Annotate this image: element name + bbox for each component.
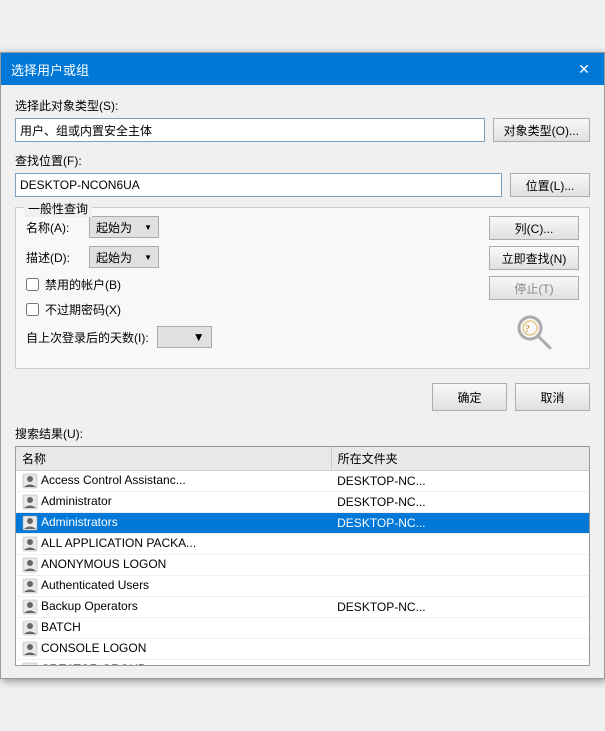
general-right: 列(C)... 立即查找(N) 停止(T) ? <box>489 216 579 358</box>
location-label: 查找位置(F): <box>15 152 590 169</box>
noexpire-password-checkbox[interactable] <box>26 303 39 316</box>
table-row[interactable]: CONSOLE LOGON <box>16 639 589 660</box>
row-name-cell: Backup Operators <box>16 597 331 618</box>
table-row[interactable]: ANONYMOUS LOGON <box>16 555 589 576</box>
header-row: 名称 所在文件夹 <box>16 447 589 471</box>
name-dropdown[interactable]: 起始为 ▼ <box>89 216 159 238</box>
dialog-body: 选择此对象类型(S): 对象类型(O)... 查找位置(F): 位置(L)...… <box>1 85 604 678</box>
location-row: 位置(L)... <box>15 173 590 197</box>
row-folder-cell <box>331 660 589 667</box>
table-row[interactable]: CREATOR GROUP <box>16 660 589 667</box>
noexpire-password-row: 不过期密码(X) <box>26 301 481 318</box>
search-button[interactable]: 立即查找(N) <box>489 246 579 270</box>
row-name-cell: ANONYMOUS LOGON <box>16 555 331 576</box>
location-section: 查找位置(F): 位置(L)... <box>15 152 590 197</box>
row-folder-cell: DESKTOP-NC... <box>331 513 589 534</box>
row-folder-cell: DESKTOP-NC... <box>331 471 589 492</box>
table-row[interactable]: AdministratorsDESKTOP-NC... <box>16 513 589 534</box>
days-dropdown-arrow: ▼ <box>193 330 205 344</box>
general-left: 名称(A): 起始为 ▼ 描述(D): 起始为 ▼ <box>26 216 481 358</box>
ok-button[interactable]: 确定 <box>432 383 507 411</box>
desc-label: 描述(D): <box>26 249 81 266</box>
row-name-cell: Administrators <box>16 513 331 534</box>
results-table: 名称 所在文件夹 Access Control Assistanc...DESK… <box>16 447 589 666</box>
col-name[interactable]: 名称 <box>16 447 331 471</box>
stop-button[interactable]: 停止(T) <box>489 276 579 300</box>
table-row[interactable]: BATCH <box>16 618 589 639</box>
object-type-button[interactable]: 对象类型(O)... <box>493 118 590 142</box>
object-type-label: 选择此对象类型(S): <box>15 97 590 114</box>
desc-row: 描述(D): 起始为 ▼ <box>26 246 481 268</box>
row-folder-cell <box>331 639 589 660</box>
disabled-account-checkbox[interactable] <box>26 278 39 291</box>
column-button[interactable]: 列(C)... <box>489 216 579 240</box>
object-type-input[interactable] <box>15 118 485 142</box>
row-folder-cell <box>331 618 589 639</box>
results-label: 搜索结果(U): <box>15 425 590 442</box>
table-row[interactable]: ALL APPLICATION PACKA... <box>16 534 589 555</box>
confirm-row: 确定 取消 <box>15 379 590 415</box>
row-name-cell: Administrator <box>16 492 331 513</box>
title-bar: 选择用户或组 ✕ <box>1 53 604 85</box>
row-folder-cell <box>331 555 589 576</box>
row-folder-cell: DESKTOP-NC... <box>331 597 589 618</box>
row-name-cell: Authenticated Users <box>16 576 331 597</box>
col-folder[interactable]: 所在文件夹 <box>331 447 589 471</box>
location-button[interactable]: 位置(L)... <box>510 173 590 197</box>
object-type-row: 对象类型(O)... <box>15 118 590 142</box>
desc-dropdown-arrow: ▼ <box>144 253 152 262</box>
group-box-title: 一般性查询 <box>24 200 92 217</box>
general-form: 名称(A): 起始为 ▼ 描述(D): 起始为 ▼ <box>26 216 579 358</box>
disabled-account-label: 禁用的帐户(B) <box>45 276 121 293</box>
desc-dropdown[interactable]: 起始为 ▼ <box>89 246 159 268</box>
row-name-cell: CREATOR GROUP <box>16 660 331 667</box>
search-icon-large: ? <box>489 306 579 358</box>
location-input[interactable] <box>15 173 502 197</box>
table-row[interactable]: AdministratorDESKTOP-NC... <box>16 492 589 513</box>
days-label: 自上次登录后的天数(I): <box>26 329 149 346</box>
dialog-title: 选择用户或组 <box>11 60 89 79</box>
table-row[interactable]: Authenticated Users <box>16 576 589 597</box>
row-name-cell: ALL APPLICATION PACKA... <box>16 534 331 555</box>
row-name-cell: BATCH <box>16 618 331 639</box>
days-row: 自上次登录后的天数(I): ▼ <box>26 326 481 348</box>
name-dropdown-arrow: ▼ <box>144 223 152 232</box>
disabled-account-row: 禁用的帐户(B) <box>26 276 481 293</box>
results-section: 搜索结果(U): 名称 所在文件夹 Access Control Assista… <box>15 425 590 666</box>
close-button[interactable]: ✕ <box>574 59 594 79</box>
days-dropdown[interactable]: ▼ <box>157 326 212 348</box>
svg-text:?: ? <box>525 324 530 335</box>
general-query-group: 一般性查询 名称(A): 起始为 ▼ 描述(D): <box>15 207 590 369</box>
results-table-container[interactable]: 名称 所在文件夹 Access Control Assistanc...DESK… <box>15 446 590 666</box>
name-row: 名称(A): 起始为 ▼ <box>26 216 481 238</box>
row-name-cell: Access Control Assistanc... <box>16 471 331 492</box>
table-row[interactable]: Access Control Assistanc...DESKTOP-NC... <box>16 471 589 492</box>
name-label: 名称(A): <box>26 219 81 236</box>
row-folder-cell <box>331 534 589 555</box>
results-header: 名称 所在文件夹 <box>16 447 589 471</box>
row-name-cell: CONSOLE LOGON <box>16 639 331 660</box>
object-type-section: 选择此对象类型(S): 对象类型(O)... <box>15 97 590 142</box>
noexpire-password-label: 不过期密码(X) <box>45 301 121 318</box>
row-folder-cell <box>331 576 589 597</box>
row-folder-cell: DESKTOP-NC... <box>331 492 589 513</box>
results-tbody: Access Control Assistanc...DESKTOP-NC...… <box>16 471 589 667</box>
table-row[interactable]: Backup OperatorsDESKTOP-NC... <box>16 597 589 618</box>
select-user-dialog: 选择用户或组 ✕ 选择此对象类型(S): 对象类型(O)... 查找位置(F):… <box>0 52 605 679</box>
cancel-button[interactable]: 取消 <box>515 383 590 411</box>
